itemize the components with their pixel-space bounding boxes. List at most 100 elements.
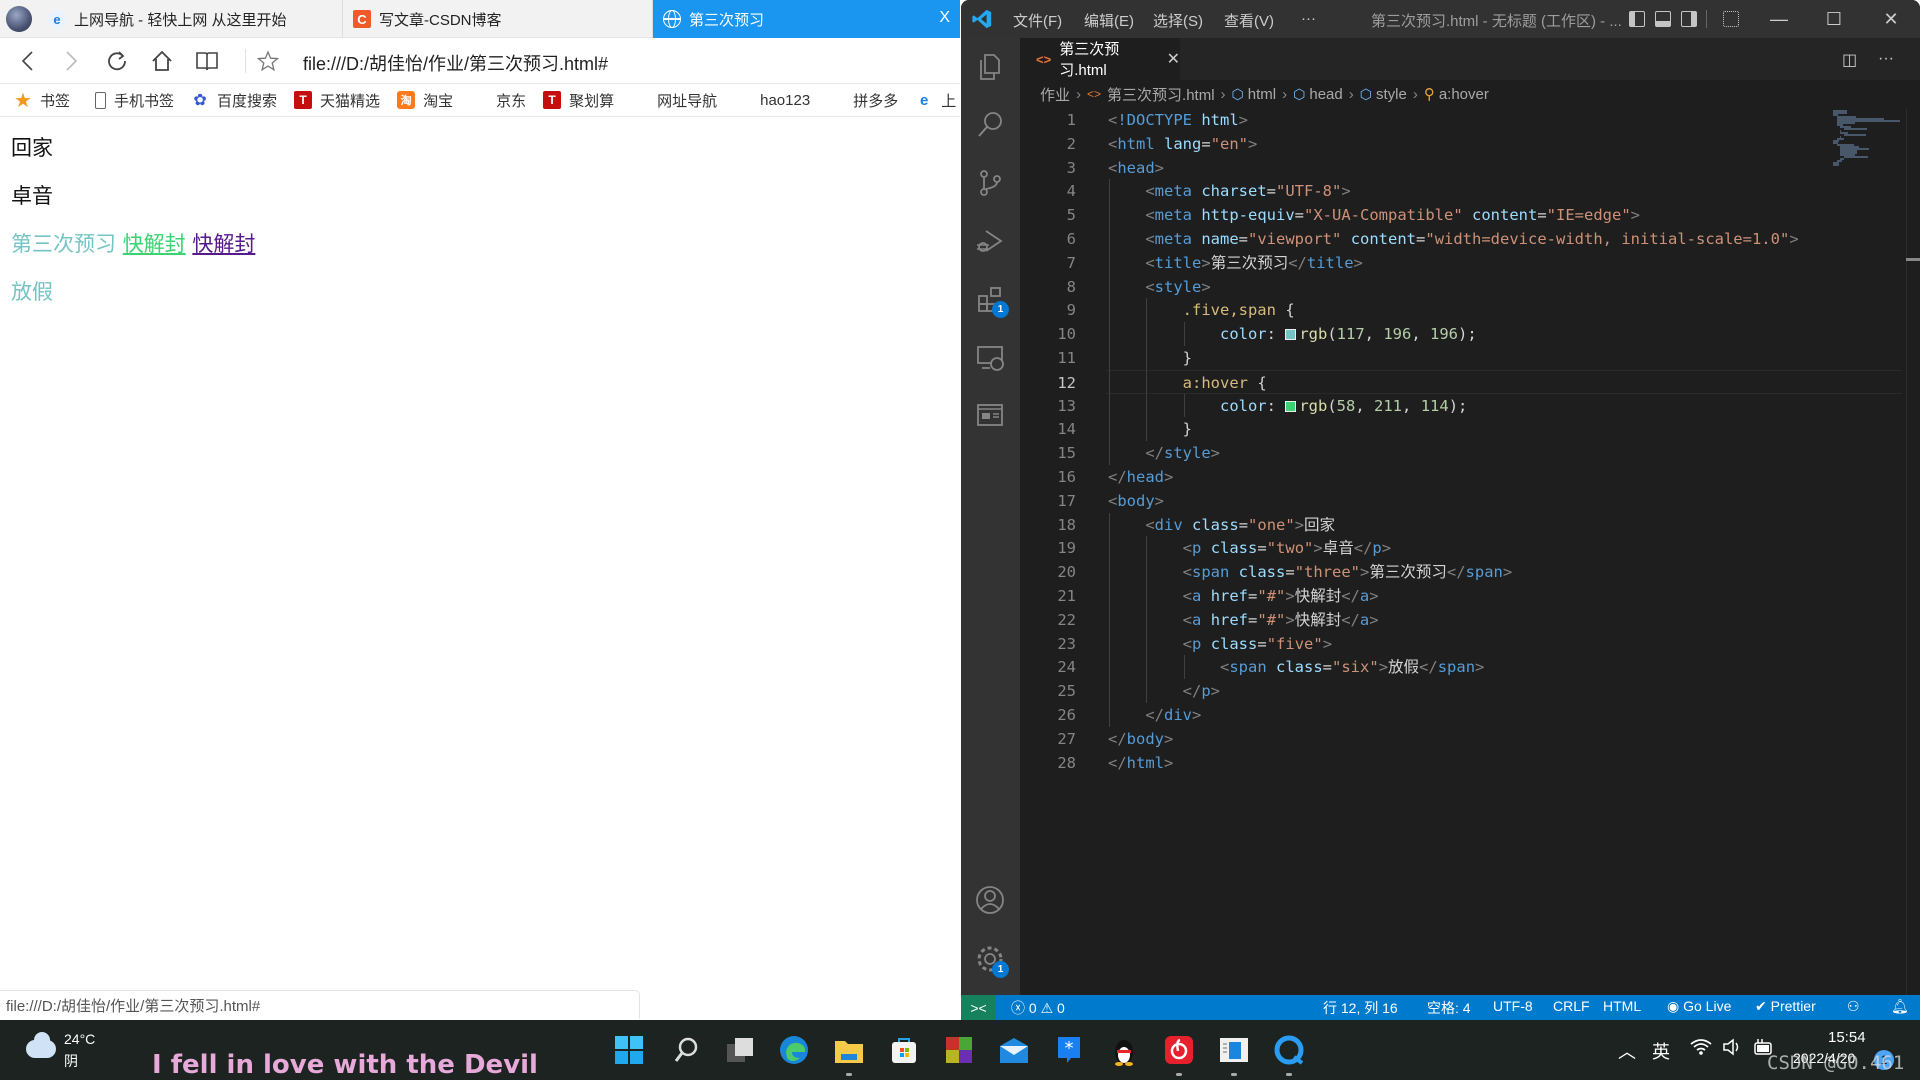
color-swatch[interactable]: [1285, 329, 1297, 341]
browser-tab-csdn[interactable]: C 写文章-CSDN博客: [343, 0, 653, 38]
bookmark-item[interactable]: ◍ 拼多多: [827, 90, 898, 111]
wifi-icon[interactable]: [1690, 1038, 1712, 1061]
accounts-icon[interactable]: [971, 881, 1009, 919]
visited-link[interactable]: 快解封: [192, 232, 255, 256]
go-live-button[interactable]: ◉ Go Live: [1667, 998, 1731, 1015]
code-line[interactable]: 7 <title>第三次预习</title>: [1020, 251, 1900, 275]
browser-tab-nav[interactable]: e 上网导航 - 轻快上网 从这里开始: [38, 0, 343, 38]
minimize-button[interactable]: —: [1764, 4, 1794, 34]
code-line[interactable]: 9 .five,span {: [1020, 298, 1900, 322]
code-line[interactable]: 25 </p>: [1020, 679, 1900, 703]
show-hidden-icons-chevron[interactable]: ︿: [1618, 1038, 1636, 1064]
source-control-icon[interactable]: [971, 164, 1009, 202]
code-line[interactable]: 14 }: [1020, 417, 1900, 441]
forward-button[interactable]: [57, 46, 87, 76]
dingtalk-app[interactable]: *: [1051, 1032, 1087, 1068]
code-line[interactable]: 12 a:hover {: [1057, 369, 1902, 394]
notepad-app[interactable]: [1216, 1032, 1252, 1076]
code-line[interactable]: 8 <style>: [1020, 275, 1900, 299]
code-line[interactable]: 20 <span class="three">第三次预习</span>: [1020, 560, 1900, 584]
store-app[interactable]: [886, 1032, 922, 1068]
code-line[interactable]: 23 <p class="five">: [1020, 632, 1900, 656]
reload-button[interactable]: [102, 46, 132, 76]
code-line[interactable]: 26 </div>: [1020, 703, 1900, 727]
bookmark-item[interactable]: 手机书签: [95, 90, 174, 111]
favorite-star-button[interactable]: [253, 46, 283, 76]
clock-time[interactable]: 15:54: [1828, 1029, 1866, 1046]
code-line[interactable]: 4 <meta charset="UTF-8">: [1020, 179, 1900, 203]
qq-app[interactable]: [1106, 1032, 1142, 1068]
colorful-app[interactable]: [941, 1032, 977, 1068]
run-debug-icon[interactable]: [971, 222, 1009, 260]
bookmark-item[interactable]: ◍ 京东: [470, 90, 526, 111]
explorer-icon[interactable]: [971, 48, 1009, 86]
address-bar[interactable]: file:///D:/胡佳怡/作业/第三次预习.html#: [303, 50, 608, 76]
bookmark-item[interactable]: ◍ hao123: [734, 91, 810, 109]
bookmark-item[interactable]: e上: [915, 90, 956, 111]
bookmark-item[interactable]: ✿ 百度搜索: [191, 90, 277, 111]
maximize-button[interactable]: ☐: [1819, 4, 1849, 34]
toggle-panel-icon[interactable]: [1655, 11, 1671, 27]
feedback-icon[interactable]: ⚇: [1847, 998, 1860, 1015]
code-line[interactable]: 21 <a href="#">快解封</a>: [1020, 584, 1900, 608]
code-line[interactable]: 18 <div class="one">回家: [1020, 513, 1900, 537]
ime-indicator[interactable]: 英: [1652, 1038, 1670, 1064]
breadcrumb-hover[interactable]: a:hover: [1439, 86, 1489, 103]
code-line[interactable]: 17 <body>: [1020, 489, 1900, 513]
customize-layout-icon[interactable]: [1723, 11, 1739, 27]
menu-selection[interactable]: 选择(S): [1153, 10, 1203, 31]
language-mode[interactable]: HTML: [1603, 998, 1641, 1014]
bookmark-folder[interactable]: ★ 书签: [14, 90, 70, 112]
bookmark-item[interactable]: T 天猫精选: [294, 90, 380, 111]
live-preview-icon[interactable]: [971, 396, 1009, 434]
browser-tab-active[interactable]: 第三次预习 X: [653, 0, 960, 38]
menu-view[interactable]: 查看(V): [1224, 10, 1274, 31]
code-line[interactable]: 6 <meta name="viewport" content="width=d…: [1020, 227, 1900, 251]
search-icon[interactable]: [971, 106, 1009, 144]
remote-indicator[interactable]: ><: [961, 995, 996, 1020]
code-line[interactable]: 2 <html lang="en">: [1020, 132, 1900, 156]
split-editor-icon[interactable]: ◫: [1842, 50, 1857, 70]
code-line[interactable]: 16 </head>: [1020, 465, 1900, 489]
menu-file[interactable]: 文件(F): [1013, 10, 1062, 31]
bookmark-item[interactable]: ◍ 网址导航: [631, 90, 717, 111]
edge-app[interactable]: [776, 1032, 812, 1068]
start-button[interactable]: [611, 1032, 647, 1068]
cursor-position[interactable]: 行 12, 列 16: [1323, 998, 1398, 1018]
code-line[interactable]: 15 </style>: [1020, 441, 1900, 465]
netease-music-app[interactable]: [1161, 1032, 1197, 1076]
menu-more[interactable]: ···: [1301, 10, 1316, 27]
editor-tab-active[interactable]: <> 第三次预习.html ✕: [1020, 38, 1180, 80]
close-editor-tab-icon[interactable]: ✕: [1167, 49, 1180, 69]
task-view-button[interactable]: [722, 1032, 758, 1068]
scrollbar-thumb[interactable]: [1906, 258, 1920, 261]
menu-edit[interactable]: 编辑(E): [1084, 10, 1134, 31]
code-line[interactable]: 5 <meta http-equiv="X-UA-Compatible" con…: [1020, 203, 1900, 227]
prettier-button[interactable]: ✔ Prettier: [1755, 998, 1816, 1015]
code-line[interactable]: 24 <span class="six">放假</span>: [1020, 655, 1900, 679]
indentation[interactable]: 空格: 4: [1427, 998, 1471, 1018]
extensions-icon[interactable]: 1: [971, 280, 1009, 318]
breadcrumb-head[interactable]: head: [1309, 86, 1342, 103]
toggle-sidebar-icon[interactable]: [1629, 11, 1645, 27]
encoding[interactable]: UTF-8: [1493, 998, 1533, 1014]
close-tab-icon[interactable]: X: [939, 9, 950, 27]
browser-profile-avatar[interactable]: [6, 6, 32, 32]
bookmark-item[interactable]: 淘淘宝: [397, 90, 453, 111]
code-line[interactable]: 1 <!DOCTYPE html>: [1020, 108, 1900, 132]
cloud-icon[interactable]: [26, 1032, 56, 1058]
notifications-bell-icon[interactable]: 🔔︎: [1891, 998, 1909, 1015]
problems-indicator[interactable]: ⓧ 0 ⚠ 0: [1011, 998, 1065, 1018]
weather-condition[interactable]: 阴: [64, 1051, 78, 1071]
code-line[interactable]: 10 color: rgb(117, 196, 196);: [1020, 322, 1900, 346]
back-button[interactable]: [12, 46, 42, 76]
code-editor[interactable]: 1 <!DOCTYPE html> 2 <html lang="en"> 3 <head>…: [1020, 108, 1920, 995]
editor-scrollbar[interactable]: [1906, 108, 1920, 995]
remote-explorer-icon[interactable]: [971, 338, 1009, 376]
code-line[interactable]: 3 <head>: [1020, 156, 1900, 180]
settings-gear-icon[interactable]: 1: [971, 940, 1009, 978]
home-button[interactable]: [147, 46, 177, 76]
code-line[interactable]: 27 </body>: [1020, 727, 1900, 751]
code-line[interactable]: 11 }: [1020, 346, 1900, 370]
breadcrumb-folder[interactable]: 作业: [1040, 84, 1070, 105]
